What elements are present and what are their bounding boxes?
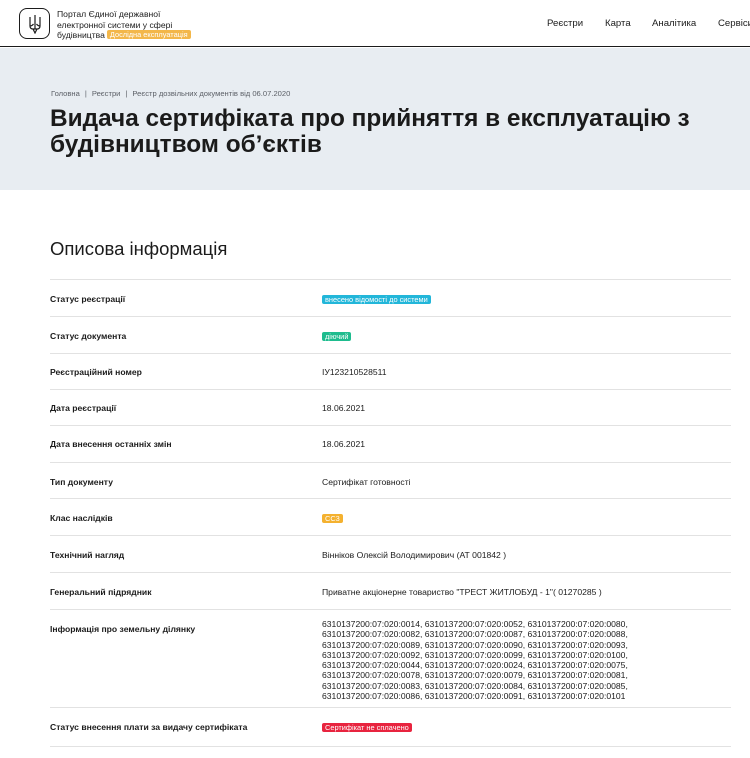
page-hero: Головна | Реєстри | Реєстр дозвільних докуме… <box>0 48 750 190</box>
table-row: Реєстраційний номер ІУ123210528511 <box>50 353 731 389</box>
section-title: Описова інформація <box>50 238 228 259</box>
payment-status-badge: Сертифікат не сплачено <box>322 723 412 732</box>
row-value: Вінніков Олексій Володимирович (АТ 00184… <box>322 550 507 560</box>
land-plot-line: 6310137200:07:020:0078, 6310137200:07:02… <box>322 670 628 681</box>
consequence-class-badge: СС3 <box>322 514 343 523</box>
land-plot-line: 6310137200:07:020:0083, 6310137200:07:02… <box>322 680 628 691</box>
breadcrumb-home[interactable]: Головна <box>51 89 80 98</box>
table-row: Дата реєстрації 18.06.2021 <box>50 389 731 425</box>
row-label: Інформація про земельну ділянку <box>50 624 196 634</box>
table-row: Технічний нагляд Вінніков Олексій Володи… <box>50 535 731 572</box>
row-value: Приватне акціонерне товариство "ТРЕСТ ЖИ… <box>322 587 602 597</box>
breadcrumb: Головна | Реєстри | Реєстр дозвільних докуме… <box>51 89 290 98</box>
row-label: Статус внесення плати за видачу сертифік… <box>50 722 248 732</box>
trident-icon <box>28 14 41 34</box>
brand-line-3: будівництва <box>57 30 105 40</box>
land-plot-line: 6310137200:07:020:0089, 6310137200:07:02… <box>322 639 628 650</box>
row-value: 18.06.2021 <box>322 439 366 449</box>
brand-line-1: Портал Єдиної державної <box>57 9 161 19</box>
row-value: Сертифікат готовності <box>322 477 411 487</box>
page-title: Видача сертифіката про прийняття в експл… <box>50 106 690 158</box>
table-row: Генеральний підрядник Приватне акціонерн… <box>50 572 731 609</box>
status-badge: внесено відомості до системи <box>322 295 431 304</box>
land-plot-line: 6310137200:07:020:0086, 6310137200:07:02… <box>322 691 626 702</box>
row-label: Генеральний підрядник <box>50 587 152 597</box>
breadcrumb-current[interactable]: Реєстр дозвільних документів від 06.07.2… <box>132 89 290 98</box>
brand-line-2: електронної системи у сфері <box>57 19 173 30</box>
land-plot-line: 6310137200:07:020:0092, 6310137200:07:02… <box>322 649 628 660</box>
table-row: Статус реєстрації внесено відомості до с… <box>50 279 731 316</box>
land-plot-list: 6310137200:07:020:0014, 6310137200:07:02… <box>322 619 628 701</box>
breadcrumb-separator: | <box>84 89 87 98</box>
row-label: Статус реєстрації <box>50 294 126 304</box>
trident-logo-icon[interactable] <box>19 8 50 39</box>
land-plot-line: 6310137200:07:020:0044, 6310137200:07:02… <box>322 660 628 671</box>
table-row: Клас наслідків СС3 <box>50 498 731 535</box>
nav-map[interactable]: Карта <box>605 18 631 29</box>
site-header: Портал Єдиної державної електронної сист… <box>0 0 750 47</box>
table-row: Статус документа діючий <box>50 316 731 353</box>
status-badge: діючий <box>322 332 352 341</box>
row-label: Дата внесення останніх змін <box>50 439 172 449</box>
page-title-line-2: будівництвом об’єктів <box>50 131 322 158</box>
info-table: Статус реєстрації внесено відомості до с… <box>50 279 731 747</box>
row-label: Статус документа <box>50 331 127 341</box>
portal-brand[interactable]: Портал Єдиної державної електронної сист… <box>57 9 191 41</box>
table-row: Тип документу Сертифікат готовності <box>50 462 731 498</box>
table-row: Дата внесення останніх змін 18.06.2021 <box>50 425 731 462</box>
beta-badge: Дослідна експлуатація <box>106 30 191 39</box>
page-title-line-1: Видача сертифіката про прийняття в експл… <box>50 105 690 132</box>
nav-registries[interactable]: Реєстри <box>547 18 583 29</box>
land-plot-line: 6310137200:07:020:0014, 6310137200:07:02… <box>322 619 628 629</box>
row-label: Клас наслідків <box>50 513 113 523</box>
land-plot-line: 6310137200:07:020:0082, 6310137200:07:02… <box>322 629 628 640</box>
row-label: Дата реєстрації <box>50 403 117 413</box>
breadcrumb-separator: | <box>125 89 128 98</box>
table-row: Інформація про земельну ділянку 63101372… <box>50 609 731 707</box>
row-value: ІУ123210528511 <box>322 367 387 377</box>
breadcrumb-registries[interactable]: Реєстри <box>92 89 121 98</box>
row-label: Реєстраційний номер <box>50 367 142 377</box>
nav-analytics[interactable]: Аналітика <box>652 18 696 29</box>
row-label: Тип документу <box>50 477 113 487</box>
table-row: Статус внесення плати за видачу сертифік… <box>50 707 731 747</box>
nav-services[interactable]: Сервіси <box>718 18 750 29</box>
row-value: 18.06.2021 <box>322 403 366 413</box>
row-label: Технічний нагляд <box>50 550 125 560</box>
